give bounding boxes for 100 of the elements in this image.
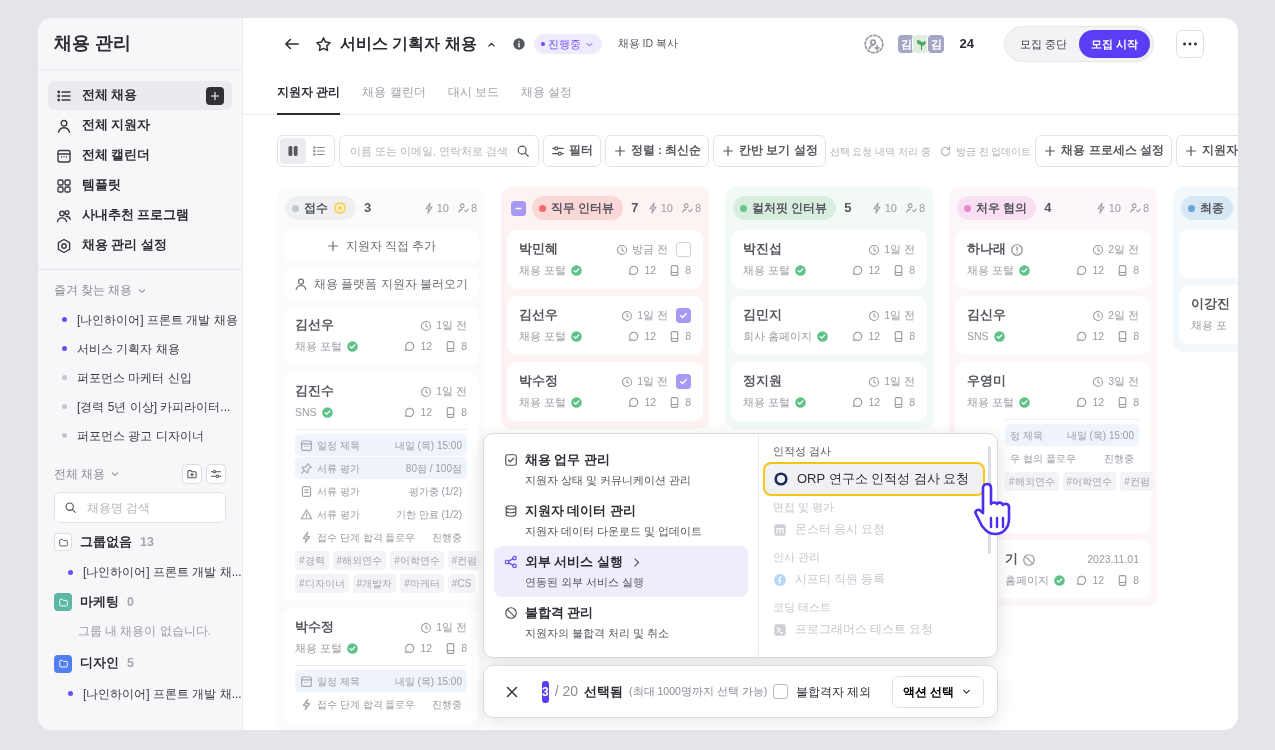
applicant-name: 김신우	[967, 307, 1006, 325]
favorite-item[interactable]: 서비스 기획자 채용	[38, 334, 242, 364]
sidebar-title: 채용 관리	[54, 32, 131, 55]
search-field[interactable]: 채용명 검색	[54, 492, 226, 524]
share-icon	[504, 555, 518, 570]
clock-icon	[1092, 375, 1105, 388]
stage-chip[interactable]: 처우 협의	[957, 196, 1037, 220]
favorite-item[interactable]: [경력 5년 이상] 카피라이터...	[38, 392, 242, 422]
service-item[interactable]: ORP 연구소 인적성 검사 요청	[763, 462, 985, 496]
folder-icon[interactable]	[54, 533, 72, 552]
applicant-card[interactable]: 김선우 1일 전 채용 포털 12 8	[283, 306, 479, 365]
count-text: 12	[420, 640, 433, 656]
count-text: 12	[420, 404, 433, 420]
settings-button[interactable]	[206, 464, 226, 485]
processing-text: 선택 요청 내역 처리 중	[829, 144, 931, 159]
person-icon	[56, 117, 72, 134]
folder-icon[interactable]	[54, 593, 72, 612]
source-text: 채용 포털	[743, 262, 790, 278]
plus-icon	[325, 238, 340, 253]
menu-item-title: 외부 서비스 실행	[525, 554, 623, 571]
star-icon[interactable]	[315, 35, 332, 53]
toolbar-button[interactable]: 정렬 : 최신순	[605, 135, 710, 167]
menu-item[interactable]: 불합격 관리 지원자의 불합격 처리 및 취소	[494, 597, 748, 648]
columns-icon	[286, 144, 300, 158]
stage-chip[interactable]: 최종	[1181, 196, 1233, 220]
import-applicants-button[interactable]: 채용 플랫폼 지원자 불러오기	[283, 268, 479, 299]
view-toggle-button[interactable]	[280, 138, 306, 164]
search-field[interactable]: 이름 또는 이메일, 연락처로 검색	[339, 135, 539, 167]
add-applicant-button[interactable]: 지원자 직접 추가	[283, 230, 479, 261]
folder-icon[interactable]	[54, 654, 72, 673]
favorite-item[interactable]: [나인하이어] 프론트 개발 채용	[38, 305, 242, 335]
applicant-card[interactable]: 박진섭 1일 전 채용 포털 12 8	[731, 230, 927, 289]
comment-icon	[403, 340, 417, 353]
applicant-card[interactable]: 박수정 1일 전 채용 포털 12 8 일정 제목 내일 (목) 15:00 접수 단계 합격 플로우 진행중	[283, 608, 479, 723]
count-text: 12	[1092, 394, 1105, 410]
applicant-card[interactable]: 하나래 2일 전 채용 포털 12 8	[955, 230, 1151, 289]
menu-item[interactable]: 채용 업무 관리 지원자 상태 및 커뮤니케이션 관리	[494, 444, 748, 495]
count-text: 13	[140, 533, 154, 551]
column-checkbox[interactable]	[511, 200, 526, 216]
group-name[interactable]: 그룹없음	[80, 532, 132, 552]
calendar-icon	[300, 438, 313, 452]
toolbar-button[interactable]: 필터	[543, 135, 601, 167]
sidebar-nav-item[interactable]: 전체 캘린더	[48, 141, 232, 170]
tag: #개발자	[352, 574, 397, 593]
menu-item[interactable]: 외부 서비스 실행 연동된 외부 서비스 실행	[494, 546, 748, 597]
settings-icon	[56, 237, 72, 254]
exclude-checkbox[interactable]: 불합격자 제외	[773, 682, 872, 701]
check-icon	[678, 310, 689, 321]
favorite-item[interactable]: 퍼포먼스 마케터 신입	[38, 363, 242, 393]
applicant-card[interactable]: 박민혜 방금 전 채용 포털 12 8	[507, 230, 703, 289]
empty-message: 그룹 내 채용이 없습니다.	[77, 624, 212, 640]
stage-chip[interactable]: 접수	[285, 196, 356, 220]
applicant-card[interactable]: 이강진 채용 포	[1179, 285, 1238, 344]
time-text: 2일 전	[1108, 241, 1139, 257]
stage-chip[interactable]: 컬처핏 인터뷰	[733, 196, 837, 220]
add-folder-button[interactable]	[182, 464, 202, 485]
more-button[interactable]	[1176, 30, 1204, 58]
status-badge[interactable]: 진행중	[533, 33, 602, 55]
recruit-toggle-button[interactable]: 모집 중단	[1007, 29, 1079, 59]
sidebar-nav-item[interactable]: 사내추천 프로그램	[48, 201, 232, 230]
total-count: / 20	[554, 682, 579, 701]
select-checkbox[interactable]	[676, 374, 691, 389]
group-name[interactable]: 마케팅	[80, 592, 119, 612]
job-item[interactable]: [나인하이어] 프론트 개발 채...	[38, 678, 242, 709]
stage-chip[interactable]: 직무 인터뷰	[532, 196, 624, 220]
copy-id-link[interactable]: 채용 ID 복사	[617, 36, 678, 52]
count-text: 8	[909, 394, 915, 410]
select-checkbox[interactable]	[676, 308, 691, 323]
toolbar-button[interactable]: 채용 프로세스 설정	[1035, 135, 1172, 167]
detail-value: 평가중 (1/2)	[408, 484, 462, 499]
applicant-card[interactable]: 정지원 1일 전 채용 포털 12 8	[731, 362, 927, 421]
applicant-card[interactable]: 박수정 1일 전 채용 포털 12 8	[507, 362, 703, 421]
comment-icon	[851, 264, 865, 277]
add-member-icon[interactable]	[864, 34, 885, 54]
applicant-card[interactable]: 김진수 1일 전 SNS 12 8 일정 제목 내일 (목) 15:00 서류 평가 80점 / 100점 서류 평가 평가중 (1/2) 서류 평가 기한 만료 (1/2) 접수 단계 합격 플로우 진행중 #경력 #해외연수 #어학연수 #컨펌 #디자이너 #개발자 #마케터 #CS	[283, 372, 479, 601]
selected-count: 3	[542, 680, 549, 703]
add-button[interactable]	[206, 86, 224, 105]
info-icon[interactable]	[511, 37, 526, 51]
sidebar-nav-item[interactable]: 템플릿	[48, 171, 232, 200]
clock-icon	[868, 309, 881, 322]
sidebar-nav-item[interactable]: 전체 채용	[48, 81, 232, 110]
toolbar-button[interactable]: 칸반 보기 설정	[713, 135, 826, 167]
recruit-toggle-button[interactable]: 모집 시작	[1078, 29, 1150, 59]
select-checkbox[interactable]	[676, 242, 691, 257]
job-item[interactable]: [나인하이어] 프론트 개발 채...	[38, 557, 242, 588]
tag: #디자이너	[295, 574, 349, 593]
applicant-card[interactable]: 김신우 2일 전 SNS 12 8	[955, 296, 1151, 355]
sidebar-nav-item[interactable]: 전체 지원자	[48, 111, 232, 140]
action-select-button[interactable]: 액션 선택	[891, 675, 984, 708]
group-name[interactable]: 디자인	[80, 654, 119, 673]
sidebar-nav-item[interactable]: 채용 관리 설정	[48, 231, 232, 260]
applicant-card[interactable]: 김민지 1일 전 회사 홈페이지 12 8	[731, 296, 927, 355]
search-icon	[516, 144, 530, 158]
applicant-card[interactable]: 김선우 1일 전 채용 포털 12 8	[507, 296, 703, 355]
toolbar-button[interactable]: 지원자	[1175, 135, 1238, 167]
logo-icon	[773, 623, 787, 637]
tab[interactable]: 지원자 관리	[277, 70, 341, 115]
menu-item[interactable]: 지원자 데이터 관리 지원자 데이터 다운로드 및 업데이트	[494, 495, 748, 546]
favorite-item[interactable]: 퍼포먼스 광고 디자이너	[38, 421, 242, 451]
clock-icon	[621, 375, 634, 388]
